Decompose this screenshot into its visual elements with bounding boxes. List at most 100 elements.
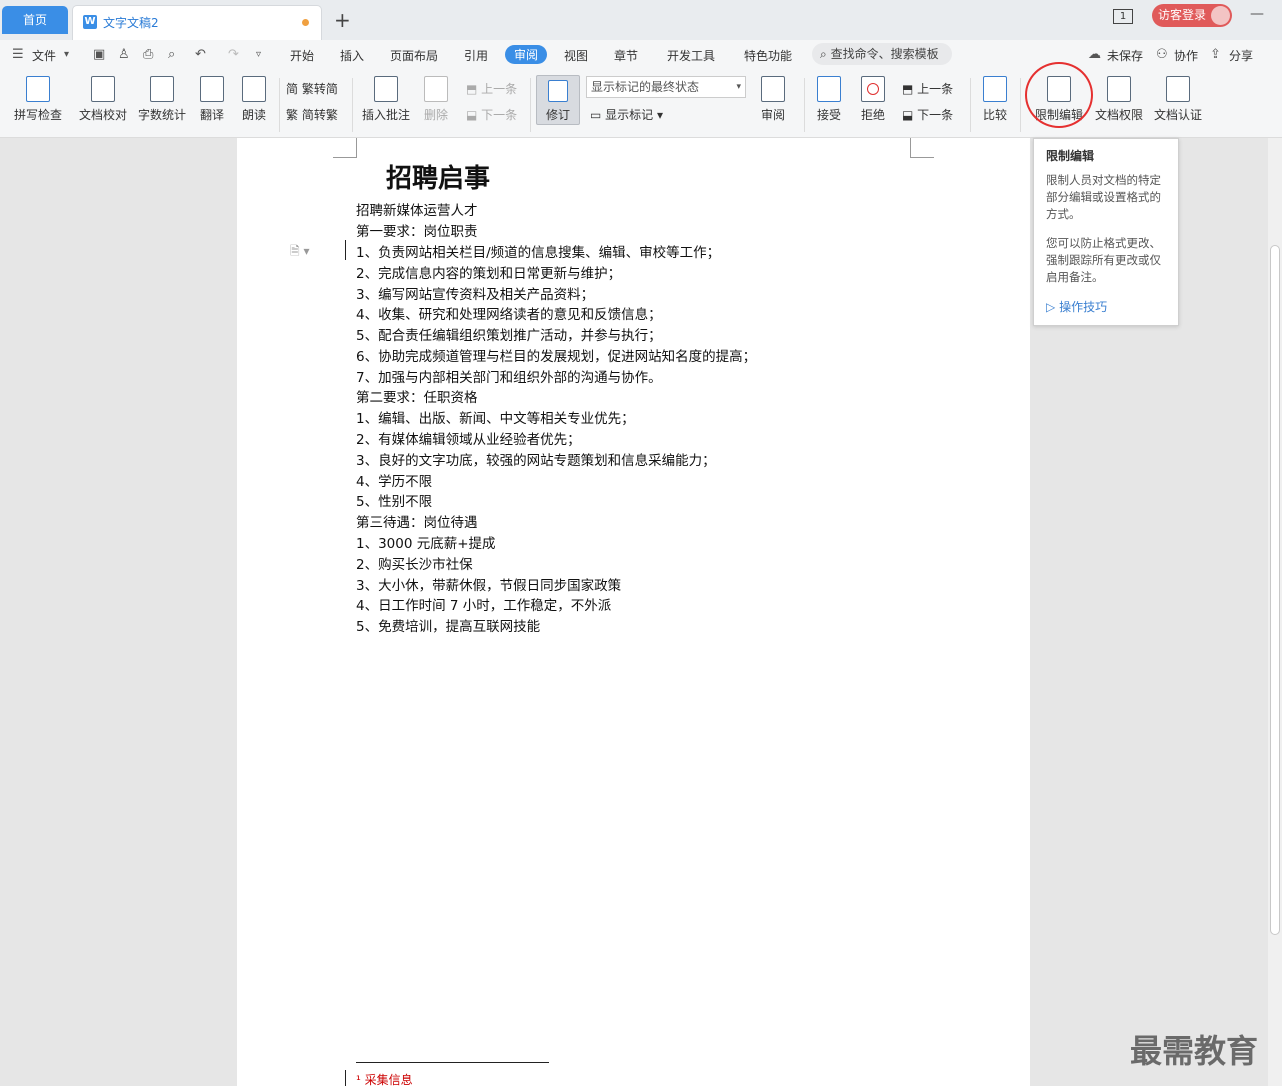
share-button[interactable]: 分享 bbox=[1229, 47, 1253, 64]
word-count-label: 字数统计 bbox=[137, 108, 186, 122]
guest-login-button[interactable]: 访客登录 bbox=[1152, 4, 1232, 27]
chevron-down-icon[interactable]: ▾ bbox=[64, 49, 69, 60]
print-preview-icon[interactable]: ⌕ bbox=[168, 47, 175, 62]
doc-cert-icon bbox=[1166, 76, 1190, 102]
delete-comment-label: 删除 bbox=[423, 108, 448, 122]
read-aloud-button[interactable]: 朗读 bbox=[238, 76, 270, 123]
compare-label: 比较 bbox=[982, 108, 1007, 122]
highlight-circle bbox=[1025, 62, 1093, 128]
window-count-icon[interactable]: 1 bbox=[1113, 9, 1133, 24]
next-change-icon: ⬓ bbox=[902, 108, 914, 122]
next-change-button[interactable]: ⬓ 下一条 bbox=[902, 106, 953, 123]
next-change-label: 下一条 bbox=[917, 108, 954, 122]
avatar-icon bbox=[1211, 6, 1230, 25]
word-count-button[interactable]: 字数统计 bbox=[136, 76, 188, 123]
review-pane-icon bbox=[761, 76, 785, 102]
tab-page-layout[interactable]: 页面布局 bbox=[390, 47, 438, 64]
tab-start[interactable]: 开始 bbox=[290, 47, 314, 64]
delete-comment-button[interactable]: 删除 bbox=[418, 76, 454, 123]
review-pane-button[interactable]: 审阅 bbox=[758, 76, 788, 123]
tips-link[interactable]: ▷ 操作技巧 bbox=[1046, 298, 1166, 315]
quick-access-dropdown-icon[interactable]: ▿ bbox=[256, 49, 261, 60]
guest-login-label: 访客登录 bbox=[1158, 8, 1207, 22]
tab-view[interactable]: 视图 bbox=[564, 47, 588, 64]
title-bar: 首页 W 文字文稿2 + 1 访客登录 — bbox=[0, 0, 1282, 40]
tab-dev-tools[interactable]: 开发工具 bbox=[667, 47, 715, 64]
doc-line: 第二要求：任职资格 bbox=[356, 390, 478, 406]
share-icon: ⇪ bbox=[1210, 47, 1221, 62]
format-painter-icon[interactable]: ♙ bbox=[118, 47, 130, 62]
cloud-icon: ☁ bbox=[1088, 47, 1101, 62]
spell-check-button[interactable]: 拼写检查 bbox=[8, 76, 68, 123]
command-search[interactable]: ⌕ 查找命令、搜索模板 bbox=[812, 43, 952, 65]
prev-comment-button[interactable]: ⬒ 上一条 bbox=[466, 80, 517, 97]
tab-insert[interactable]: 插入 bbox=[340, 47, 364, 64]
prev-change-button[interactable]: ⬒ 上一条 bbox=[902, 80, 953, 97]
divider bbox=[530, 78, 531, 132]
doc-proof-icon bbox=[91, 76, 115, 102]
doc-proof-button[interactable]: 文档校对 bbox=[76, 76, 130, 123]
doc-line: 2、有媒体编辑领域从业经验者优先； bbox=[356, 432, 581, 448]
accept-label: 接受 bbox=[816, 108, 841, 122]
revise-label: 修订 bbox=[545, 108, 570, 122]
trad-to-simp-button[interactable]: 简 繁转简 bbox=[286, 80, 338, 97]
simp-icon: 繁 bbox=[286, 108, 299, 122]
markup-status-select[interactable]: 显示标记的最终状态 ▾ bbox=[586, 76, 746, 98]
redo-icon[interactable]: ↷ bbox=[228, 47, 239, 62]
compare-button[interactable]: 比较 bbox=[978, 76, 1012, 123]
doc-line: 第三待遇：岗位待遇 bbox=[356, 515, 478, 531]
doc-line: 1、负责网站相关栏目/频道的信息搜集、编辑、审校等工作； bbox=[356, 245, 721, 261]
doc-line: 6、协助完成频道管理与栏目的发展规划，促进网站知名度的提高； bbox=[356, 349, 757, 365]
document-title: 招聘启事 bbox=[386, 164, 491, 194]
insert-comment-button[interactable]: 插入批注 bbox=[360, 76, 412, 123]
reject-button[interactable]: 拒绝 bbox=[856, 76, 890, 123]
revise-button[interactable]: 修订 bbox=[536, 75, 580, 125]
chevron-down-icon: ▾ bbox=[736, 82, 741, 92]
simp-to-trad-button[interactable]: 繁 简转繁 bbox=[286, 106, 338, 123]
tab-document[interactable]: W 文字文稿2 bbox=[72, 5, 322, 40]
accept-button[interactable]: 接受 bbox=[812, 76, 846, 123]
doc-line: 第一要求：岗位职责 bbox=[356, 224, 478, 240]
tab-reference[interactable]: 引用 bbox=[464, 47, 488, 64]
tab-review[interactable]: 审阅 bbox=[505, 45, 548, 64]
minimize-button[interactable]: — bbox=[1250, 6, 1264, 22]
footnote-text[interactable]: ¹ 采集信息 bbox=[356, 1071, 413, 1086]
new-tab-button[interactable]: + bbox=[334, 8, 351, 32]
paragraph-icon[interactable]: 🗎 ▾ bbox=[290, 242, 310, 263]
doc-line: 4、日工作时间 7 小时，工作稳定，不外派 bbox=[356, 598, 612, 614]
doc-line: 1、编辑、出版、新闻、中文等相关专业优先； bbox=[356, 411, 635, 427]
doc-cert-button[interactable]: 文档认证 bbox=[1152, 76, 1204, 123]
doc-proof-label: 文档校对 bbox=[78, 108, 127, 122]
divider bbox=[970, 78, 971, 132]
show-marks-button[interactable]: ▭ 显示标记 ▾ bbox=[590, 106, 663, 123]
spell-check-icon bbox=[26, 76, 50, 102]
translate-label: 翻译 bbox=[199, 108, 224, 122]
collab-button[interactable]: 协作 bbox=[1174, 47, 1198, 64]
prev-comment-label: 上一条 bbox=[481, 82, 518, 96]
scrollbar-thumb[interactable] bbox=[1270, 245, 1280, 935]
tooltip-body-2: 您可以防止格式更改、强制跟踪所有更改或仅启用备注。 bbox=[1046, 236, 1161, 284]
play-icon: ▷ bbox=[1046, 300, 1056, 314]
doc-line: 5、免费培训，提高互联网技能 bbox=[356, 619, 541, 635]
translate-button[interactable]: 翻译 bbox=[194, 76, 230, 123]
doc-line: 5、配合责任编辑组织策划推广活动，并参与执行； bbox=[356, 328, 662, 344]
insert-comment-label: 插入批注 bbox=[361, 108, 410, 122]
save-icon[interactable]: ▣ bbox=[93, 47, 105, 62]
divider bbox=[279, 78, 280, 132]
doc-line: 3、良好的文字功底，较强的网站专题策划和信息采编能力； bbox=[356, 453, 716, 469]
doc-cert-label: 文档认证 bbox=[1153, 108, 1202, 122]
next-comment-icon: ⬓ bbox=[466, 108, 478, 122]
next-comment-button[interactable]: ⬓ 下一条 bbox=[466, 106, 517, 123]
menu-file[interactable]: 文件 bbox=[32, 47, 56, 64]
undo-icon[interactable]: ↶ bbox=[195, 47, 206, 62]
doc-line: 5、性别不限 bbox=[356, 494, 433, 510]
menu-bar: ☰ 文件 ▾ ▣ ♙ ⎙ ⌕ ↶ ↷ ▿ 开始 插入 页面布局 引用 审阅 视图… bbox=[0, 40, 1282, 70]
unsaved-status[interactable]: 未保存 bbox=[1107, 47, 1143, 64]
tab-section[interactable]: 章节 bbox=[614, 47, 638, 64]
tab-home[interactable]: 首页 bbox=[2, 6, 68, 34]
menu-icon[interactable]: ☰ bbox=[12, 47, 24, 62]
print-icon[interactable]: ⎙ bbox=[143, 47, 153, 62]
accept-icon bbox=[817, 76, 841, 102]
doc-permission-button[interactable]: 文档权限 bbox=[1094, 76, 1144, 123]
tab-features[interactable]: 特色功能 bbox=[744, 47, 792, 64]
